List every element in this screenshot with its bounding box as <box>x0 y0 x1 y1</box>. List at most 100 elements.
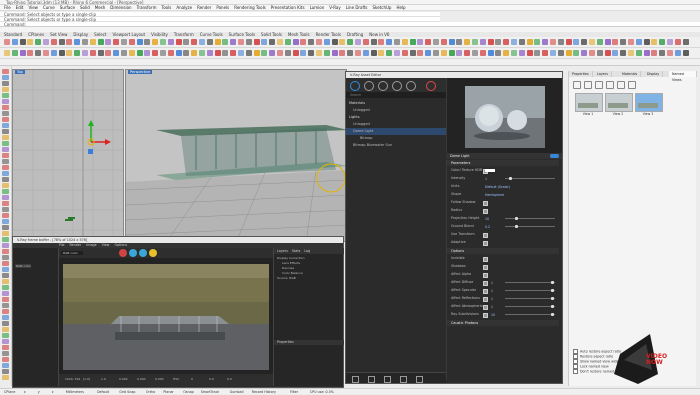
toolbar-button-icon[interactable] <box>386 50 393 56</box>
tool-button-icon[interactable] <box>2 309 9 314</box>
toolbar-button-icon[interactable] <box>11 50 18 56</box>
status-item[interactable]: SmartTrack <box>201 389 220 395</box>
tool-button-icon[interactable] <box>2 129 9 134</box>
slider-knob[interactable] <box>515 225 518 228</box>
parameter-slider[interactable] <box>505 217 555 220</box>
parameter-row[interactable]: Shape Hemisphere <box>447 191 559 198</box>
toolbar-button-icon[interactable] <box>277 39 283 45</box>
tool-button-icon[interactable] <box>2 345 9 350</box>
asset-textures-icon[interactable] <box>392 81 402 91</box>
asset-tree-item[interactable]: Unlogged <box>346 107 446 114</box>
toolbar-button-icon[interactable] <box>355 39 361 45</box>
menu-item[interactable]: Rendering Tools <box>234 5 266 10</box>
parameter-row[interactable]: Adaptive <box>447 239 559 246</box>
tool-button-icon[interactable] <box>2 375 9 380</box>
tool-button-icon[interactable] <box>2 273 9 278</box>
parameter-value[interactable]: Hemisphere <box>485 193 504 197</box>
toolbar-button-icon[interactable] <box>230 39 237 45</box>
toolbar-button-icon[interactable] <box>534 39 541 45</box>
toolbar-button-icon[interactable] <box>620 39 627 45</box>
toolbar-button-icon[interactable] <box>113 50 120 56</box>
options-icon[interactable] <box>628 81 636 89</box>
toolbar-button-icon[interactable] <box>74 39 81 45</box>
toolbar-button-icon[interactable] <box>409 50 416 56</box>
toolbar-button-icon[interactable] <box>542 39 549 45</box>
stop-render-icon[interactable] <box>119 249 127 257</box>
toolbar-button-icon[interactable] <box>19 50 26 56</box>
toolbar-button-icon[interactable] <box>604 50 611 56</box>
toolbar-button-icon[interactable] <box>35 39 42 45</box>
status-item[interactable]: Gumball <box>230 389 244 395</box>
tool-button-icon[interactable] <box>2 93 9 98</box>
option-row[interactable]: Affect Alpha <box>447 271 559 278</box>
toolbar-button-icon[interactable] <box>292 39 299 45</box>
tool-button-icon[interactable] <box>2 213 9 218</box>
toolbar-button-icon[interactable] <box>635 39 642 45</box>
toolbar-button-icon[interactable] <box>612 39 619 45</box>
toolbar-button-icon[interactable] <box>495 39 502 45</box>
toolbar-button-icon[interactable] <box>167 39 174 45</box>
toolbar-button-icon[interactable] <box>433 50 439 56</box>
toolbar-button-icon[interactable] <box>518 50 525 56</box>
toolbar-button-icon[interactable] <box>214 50 221 56</box>
tool-button-icon[interactable] <box>2 207 9 212</box>
menu-item[interactable]: Solid <box>80 5 90 10</box>
status-item[interactable]: Filter <box>290 389 298 395</box>
status-item[interactable]: Grid Snap <box>119 389 135 395</box>
parameter-checkbox[interactable] <box>483 209 488 214</box>
toolbar-button-icon[interactable] <box>144 50 151 56</box>
tool-button-icon[interactable] <box>2 231 9 236</box>
toolbar-button-icon[interactable] <box>526 39 533 45</box>
region-render-icon[interactable] <box>149 249 157 257</box>
menu-item[interactable]: Tools <box>161 5 171 10</box>
toolbar-button-icon[interactable] <box>245 39 252 45</box>
tool-button-icon[interactable] <box>2 297 9 302</box>
tool-button-icon[interactable] <box>2 165 9 170</box>
tool-button-icon[interactable] <box>2 123 9 128</box>
toolbar-button-icon[interactable] <box>331 50 338 56</box>
tool-button-icon[interactable] <box>2 351 9 356</box>
panel-tab[interactable]: Display <box>644 71 664 77</box>
toolbar-button-icon[interactable] <box>261 39 268 45</box>
interactive-render-icon[interactable] <box>139 249 147 257</box>
parameter-slider[interactable] <box>505 225 555 228</box>
tool-button-icon[interactable] <box>2 87 9 92</box>
toolbar-button-icon[interactable] <box>635 50 642 56</box>
tool-button-icon[interactable] <box>2 267 9 272</box>
parameter-checkbox[interactable] <box>483 201 488 206</box>
toolbar-button-icon[interactable] <box>261 50 268 56</box>
toolbar-button-icon[interactable] <box>472 50 478 56</box>
toolbar-button-icon[interactable] <box>425 50 432 56</box>
tool-button-icon[interactable] <box>2 327 9 332</box>
toolbar-button-icon[interactable] <box>347 39 354 45</box>
toolbar-button-icon[interactable] <box>370 50 377 56</box>
toolbar-button-icon[interactable] <box>230 50 237 56</box>
option-slider[interactable] <box>505 281 555 284</box>
delete-view-icon[interactable] <box>595 81 603 89</box>
toolbar-button-icon[interactable] <box>596 39 603 45</box>
toolbar-button-icon[interactable] <box>206 50 213 56</box>
toolbar-button-icon[interactable] <box>425 39 432 45</box>
toolbar-button-icon[interactable] <box>121 39 127 45</box>
toolbar-button-icon[interactable] <box>152 50 159 56</box>
parameters-header[interactable]: Parameters <box>447 160 559 166</box>
menu-item[interactable]: Lumion <box>310 5 325 10</box>
tool-button-icon[interactable] <box>2 339 9 344</box>
option-row[interactable]: Affect Diffuse 1 <box>447 279 559 286</box>
menu-item[interactable]: Help <box>396 5 405 10</box>
toolbar-button-icon[interactable] <box>433 39 439 45</box>
toolbar-button-icon[interactable] <box>557 50 564 56</box>
slider-knob[interactable] <box>551 313 554 316</box>
tool-button-icon[interactable] <box>2 75 9 80</box>
duplicate-icon[interactable] <box>368 376 375 383</box>
update-thumbnail-icon[interactable] <box>617 81 625 89</box>
render-stop-icon[interactable] <box>426 81 436 91</box>
toolbar-button-icon[interactable] <box>581 50 588 56</box>
menu-item[interactable]: Presentation Kits <box>271 5 305 10</box>
toolbar-button-icon[interactable] <box>565 50 572 56</box>
toolbar-button-icon[interactable] <box>573 50 580 56</box>
asset-materials-icon[interactable] <box>350 81 360 91</box>
named-view-label[interactable]: View 2 <box>605 112 631 116</box>
color-swatch[interactable] <box>485 169 495 172</box>
toolbar-button-icon[interactable] <box>526 50 533 56</box>
